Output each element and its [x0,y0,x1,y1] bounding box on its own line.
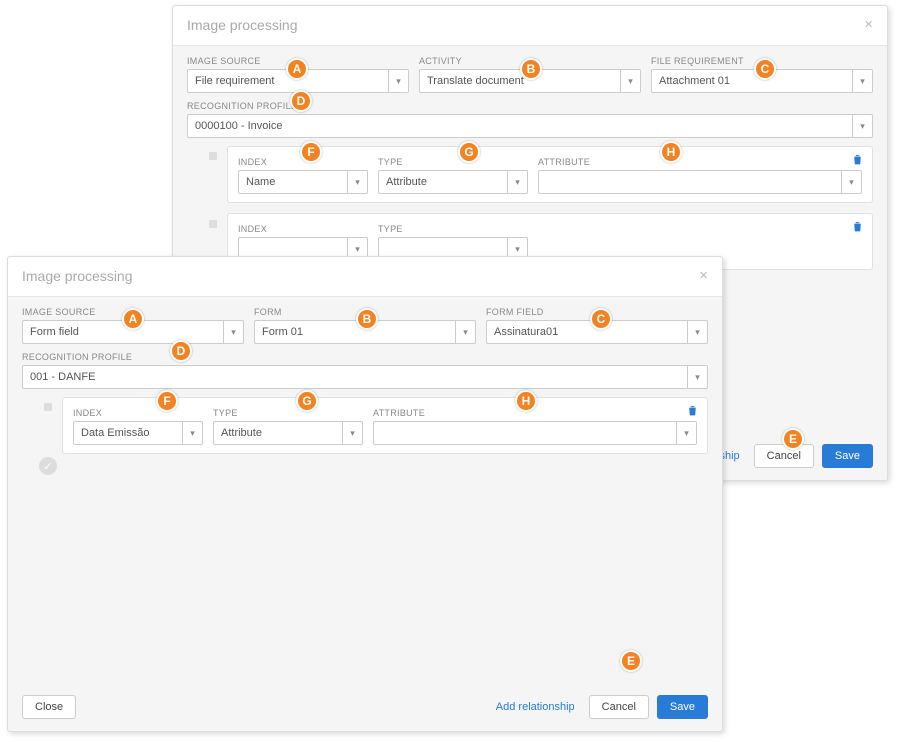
file-requirement-label: FILE REQUIREMENT [651,56,873,66]
file-requirement-value: Attachment 01 [659,75,730,87]
dialog-header: Image processing × [8,257,722,297]
type-label: TYPE [378,157,528,167]
image-source-select[interactable]: File requirement ▾ [187,69,409,93]
image-source-label: IMAGE SOURCE [22,307,244,317]
form-field-value: Assinatura01 [494,326,558,338]
index-select[interactable]: Data Emissão ▾ [73,421,203,445]
delete-icon[interactable] [851,220,864,233]
form-select[interactable]: Form 01 ▾ [254,320,476,344]
image-source-select[interactable]: Form field ▾ [22,320,244,344]
index-timeline: ✓ INDEX Name ▾ TYPE [187,146,873,270]
recognition-profile-label: RECOGNITION PROFILE [22,352,708,362]
type-label: TYPE [213,408,363,418]
delete-icon[interactable] [686,404,699,417]
recognition-profile-value: 001 - DANFE [30,371,95,383]
recognition-profile-value: 0000100 - Invoice [195,120,282,132]
dialog-image-processing-front: Image processing × IMAGE SOURCE Form fie… [7,256,723,732]
timeline-marker-icon [44,403,52,411]
recognition-profile-select[interactable]: 0000100 - Invoice ▾ [187,114,873,138]
chevron-down-icon: ▾ [182,422,202,444]
image-source-value: Form field [30,326,79,338]
timeline-marker-icon [209,220,217,228]
index-label: INDEX [238,157,368,167]
index-label: INDEX [73,408,203,418]
index-select[interactable]: Name ▾ [238,170,368,194]
chevron-down-icon: ▾ [347,171,367,193]
cancel-button[interactable]: Cancel [589,695,649,719]
close-button[interactable]: Close [22,695,76,719]
recognition-profile-select[interactable]: 001 - DANFE ▾ [22,365,708,389]
chevron-down-icon: ▾ [841,171,861,193]
chevron-down-icon: ▾ [687,321,707,343]
attribute-label: ATTRIBUTE [538,157,862,167]
dialog-title: Image processing [187,17,298,33]
chevron-down-icon: ▾ [687,366,707,388]
activity-value: Translate document [427,75,524,87]
image-source-label: IMAGE SOURCE [187,56,409,66]
type-select[interactable]: Attribute ▾ [213,421,363,445]
cancel-button[interactable]: Cancel [754,444,814,468]
activity-select[interactable]: Translate document ▾ [419,69,641,93]
type-value: Attribute [221,427,262,439]
attribute-select[interactable]: ▾ [538,170,862,194]
chevron-down-icon: ▾ [388,70,408,92]
close-icon[interactable]: × [699,267,708,284]
chevron-down-icon: ▾ [507,171,527,193]
form-value: Form 01 [262,326,303,338]
form-field-label: FORM FIELD [486,307,708,317]
attribute-select[interactable]: ▾ [373,421,697,445]
dialog-title: Image processing [22,268,133,284]
form-label: FORM [254,307,476,317]
chevron-down-icon: ▾ [852,70,872,92]
attribute-label: ATTRIBUTE [373,408,697,418]
file-requirement-select[interactable]: Attachment 01 ▾ [651,69,873,93]
index-card: INDEX Name ▾ TYPE Attribute ▾ [227,146,873,203]
dialog-footer: Close Add relationship Cancel Save [8,687,722,731]
add-relationship-link[interactable]: Add relationship [496,701,575,713]
type-value: Attribute [386,176,427,188]
close-icon[interactable]: × [864,16,873,33]
index-timeline: ✓ INDEX Data Emissão ▾ TYPE [22,397,708,454]
chevron-down-icon: ▾ [223,321,243,343]
delete-icon[interactable] [851,153,864,166]
recognition-profile-label: RECOGNITION PROFILE [187,101,873,111]
save-button[interactable]: Save [657,695,708,719]
dialog-body: IMAGE SOURCE Form field ▾ FORM Form 01 ▾… [8,297,722,687]
index-label: INDEX [238,224,368,234]
chevron-down-icon: ▾ [620,70,640,92]
dialog-header: Image processing × [173,6,887,46]
index-card: INDEX Data Emissão ▾ TYPE Attribute ▾ [62,397,708,454]
index-value: Data Emissão [81,427,149,439]
chevron-down-icon: ▾ [455,321,475,343]
chevron-down-icon: ▾ [342,422,362,444]
save-button[interactable]: Save [822,444,873,468]
type-label: TYPE [378,224,528,234]
image-source-value: File requirement [195,75,274,87]
form-field-select[interactable]: Assinatura01 ▾ [486,320,708,344]
timeline-check-icon: ✓ [39,457,57,475]
timeline-marker-icon [209,152,217,160]
chevron-down-icon: ▾ [676,422,696,444]
index-value: Name [246,176,275,188]
chevron-down-icon: ▾ [852,115,872,137]
activity-label: ACTIVITY [419,56,641,66]
type-select[interactable]: Attribute ▾ [378,170,528,194]
